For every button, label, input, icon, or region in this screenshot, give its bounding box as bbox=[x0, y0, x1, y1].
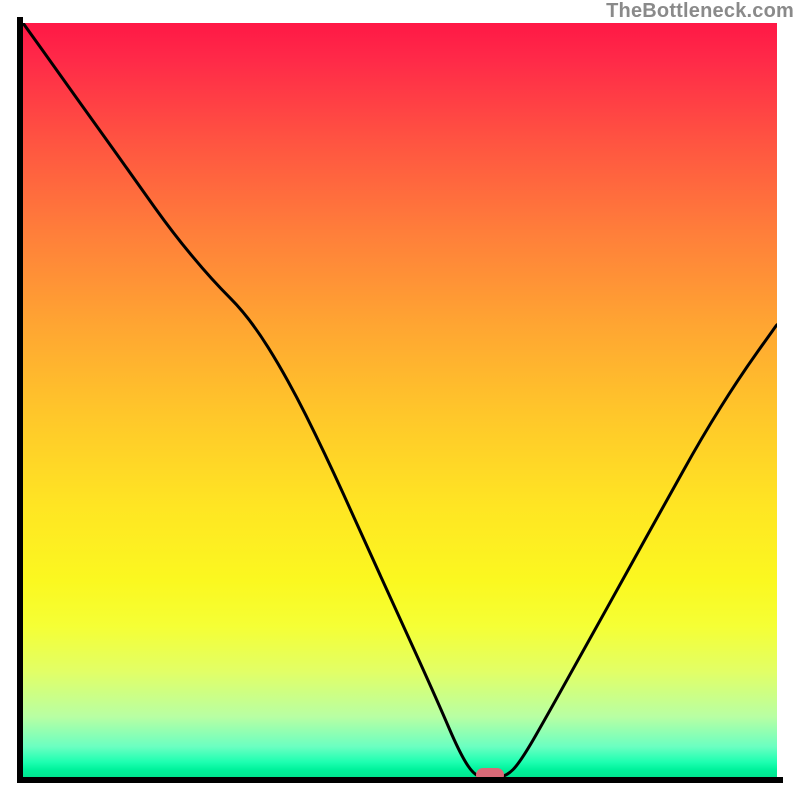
y-axis bbox=[17, 17, 23, 783]
chart-container: TheBottleneck.com bbox=[0, 0, 800, 800]
watermark-text: TheBottleneck.com bbox=[606, 0, 794, 23]
gradient-background bbox=[23, 23, 777, 777]
plot-area bbox=[23, 23, 777, 777]
x-axis bbox=[17, 777, 783, 783]
